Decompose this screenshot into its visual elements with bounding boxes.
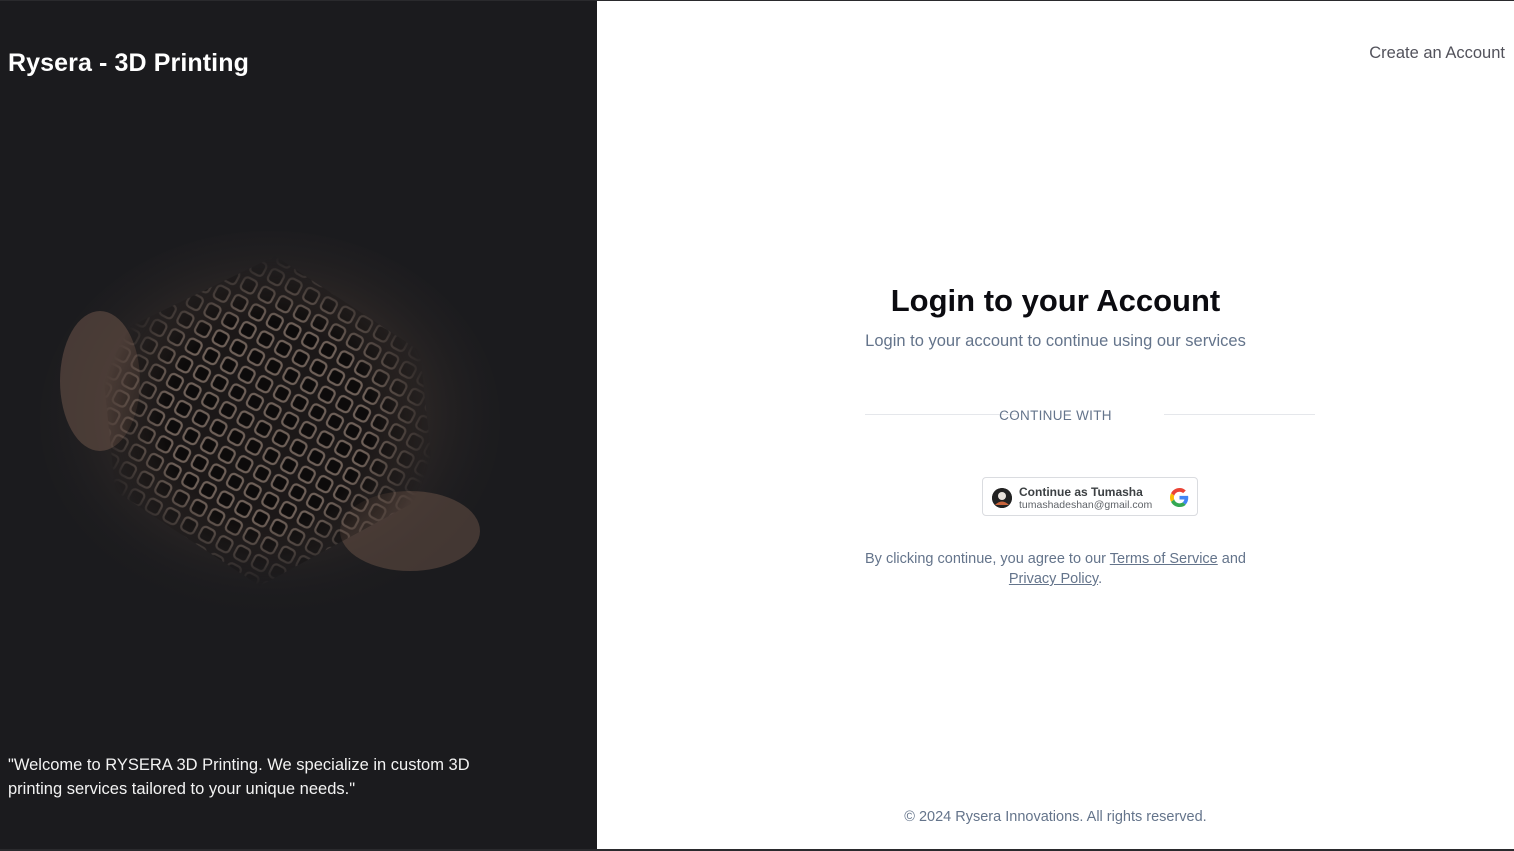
google-account-email: tumashadeshan@gmail.com [1019, 499, 1153, 511]
continue-with-label: CONTINUE WITH [999, 408, 1112, 423]
google-account-name: Continue as Tumasha [1019, 485, 1143, 499]
page-subtitle: Login to your account to continue using … [865, 332, 1246, 350]
terms-agreement-text: By clicking continue, you agree to our T… [847, 549, 1264, 589]
agreement-suffix: . [1098, 571, 1103, 587]
google-continue-button[interactable]: Continue as Tumasha tumashadeshan@gmail.… [982, 477, 1198, 516]
create-account-link[interactable]: Create an Account [1369, 44, 1505, 63]
login-panel: Create an Account Login to your Account … [597, 1, 1514, 849]
brand-title: Rysera - 3D Printing [8, 49, 249, 77]
privacy-policy-link[interactable]: Privacy Policy [1009, 571, 1098, 587]
lattice-cube-hero-image [40, 231, 500, 611]
google-g-icon [1170, 488, 1189, 507]
terms-of-service-link[interactable]: Terms of Service [1110, 551, 1218, 567]
agreement-prefix: By clicking continue, you agree to our [865, 551, 1110, 567]
agreement-middle: and [1217, 551, 1246, 567]
copyright-footer: © 2024 Rysera Innovations. All rights re… [904, 809, 1207, 825]
avatar [992, 488, 1012, 508]
page-title: Login to your Account [890, 283, 1221, 318]
welcome-quote: "Welcome to RYSERA 3D Printing. We speci… [8, 756, 470, 798]
divider-right [1164, 414, 1315, 415]
brand-panel: Rysera - 3D Printing "Welcome to RYSERA … [0, 1, 597, 849]
